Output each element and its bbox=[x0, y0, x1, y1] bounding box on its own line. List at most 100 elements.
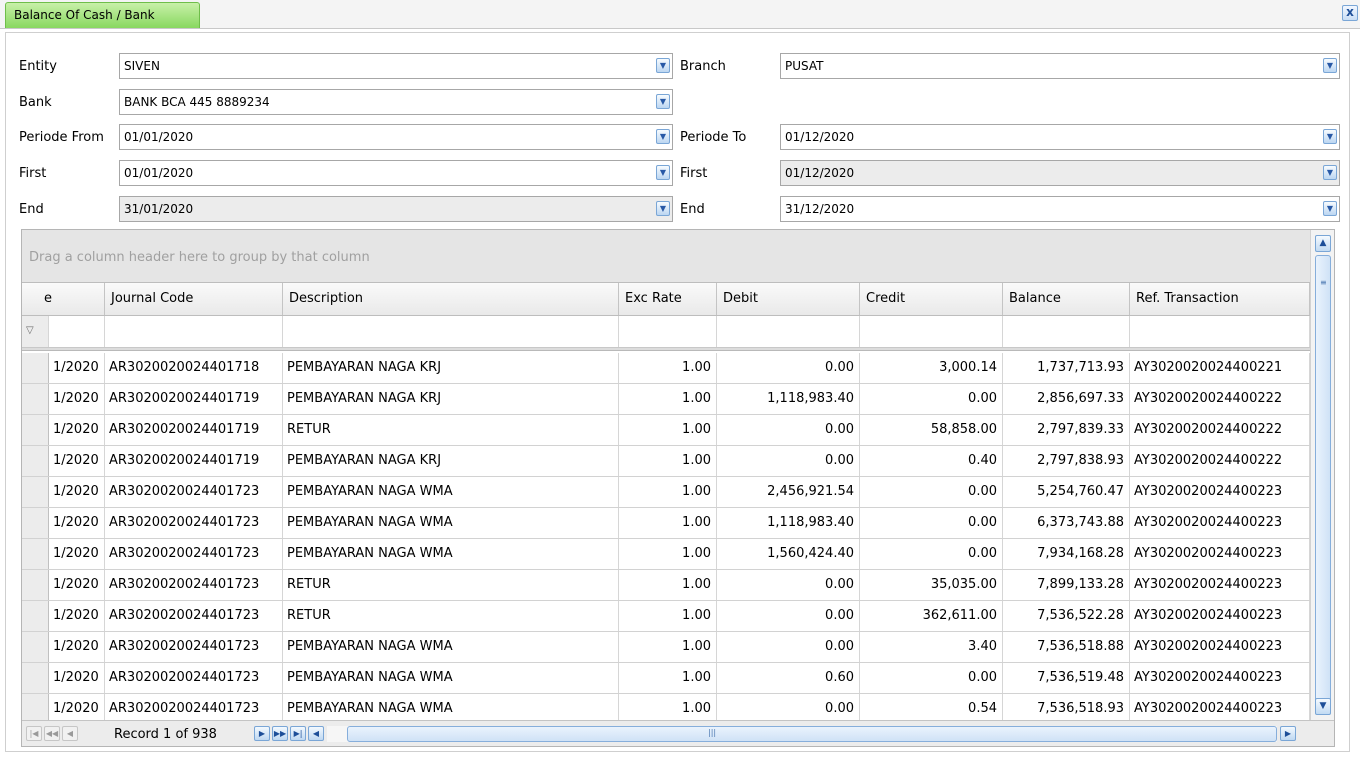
filter-indicator[interactable]: ▽ bbox=[22, 316, 49, 347]
end-from-select[interactable]: 31/01/2020 ▼ bbox=[119, 196, 673, 222]
cell-balance: 2,856,697.33 bbox=[1003, 384, 1130, 414]
header-separator bbox=[22, 348, 1310, 351]
row-indicator[interactable] bbox=[22, 570, 49, 600]
row-indicator[interactable] bbox=[22, 477, 49, 507]
cell-balance: 7,536,518.93 bbox=[1003, 694, 1130, 720]
cell-exc-rate: 1.00 bbox=[619, 539, 717, 569]
row-indicator[interactable] bbox=[22, 663, 49, 693]
cell-balance: 7,536,522.28 bbox=[1003, 601, 1130, 631]
row-indicator[interactable] bbox=[22, 446, 49, 476]
table-row[interactable]: 1/2020 AR3020020024401723 PEMBAYARAN NAG… bbox=[22, 508, 1310, 539]
cell-debit: 1,560,424.40 bbox=[717, 539, 860, 569]
filter-cell-balance[interactable] bbox=[1003, 316, 1130, 347]
cell-exc-rate: 1.00 bbox=[619, 570, 717, 600]
filter-cell-description[interactable] bbox=[283, 316, 619, 347]
table-row[interactable]: 1/2020 AR3020020024401723 RETUR 1.00 0.0… bbox=[22, 570, 1310, 601]
periode-from-select[interactable]: 01/01/2020 ▼ bbox=[119, 124, 673, 150]
column-header-row: e Journal Code Description Exc Rate Debi… bbox=[22, 282, 1310, 316]
chevron-down-icon[interactable]: ▼ bbox=[1323, 165, 1337, 180]
group-by-panel[interactable]: Drag a column header here to group by th… bbox=[22, 230, 1310, 282]
table-row[interactable]: 1/2020 AR3020020024401723 PEMBAYARAN NAG… bbox=[22, 663, 1310, 694]
table-row[interactable]: 1/2020 AR3020020024401718 PEMBAYARAN NAG… bbox=[22, 353, 1310, 384]
table-row[interactable]: 1/2020 AR3020020024401719 PEMBAYARAN NAG… bbox=[22, 446, 1310, 477]
cell-credit: 3,000.14 bbox=[860, 353, 1003, 383]
cell-ref-transaction: AY3020020024400223 bbox=[1130, 508, 1310, 538]
end-to-select[interactable]: 31/12/2020 ▼ bbox=[780, 196, 1340, 222]
row-indicator[interactable] bbox=[22, 384, 49, 414]
cell-date: 1/2020 bbox=[49, 539, 105, 569]
filter-cell-credit[interactable] bbox=[860, 316, 1003, 347]
cell-debit: 1,118,983.40 bbox=[717, 508, 860, 538]
cell-journal-code: AR3020020024401723 bbox=[105, 508, 283, 538]
filter-cell-date[interactable] bbox=[49, 316, 105, 347]
filter-cell-exc-rate[interactable] bbox=[619, 316, 717, 347]
prev-page-icon[interactable]: ◀◀ bbox=[44, 726, 60, 741]
cell-ref-transaction: AY3020020024400223 bbox=[1130, 477, 1310, 507]
table-row[interactable]: 1/2020 AR3020020024401719 PEMBAYARAN NAG… bbox=[22, 384, 1310, 415]
close-icon[interactable]: x bbox=[1342, 5, 1358, 21]
column-header-description[interactable]: Description bbox=[283, 283, 619, 315]
column-header-debit[interactable]: Debit bbox=[717, 283, 860, 315]
chevron-down-icon[interactable]: ▼ bbox=[656, 165, 670, 180]
horizontal-scrollbar[interactable]: ||| bbox=[327, 726, 1277, 742]
filter-cell-journal-code[interactable] bbox=[105, 316, 283, 347]
tab-balance-of-cash-bank[interactable]: Balance Of Cash / Bank bbox=[5, 2, 200, 28]
prev-record-icon[interactable]: ◀ bbox=[62, 726, 78, 741]
last-record-icon[interactable]: ▶| bbox=[290, 726, 306, 741]
chevron-down-icon[interactable]: ▼ bbox=[1323, 129, 1337, 144]
filter-funnel-icon[interactable]: ▽ bbox=[26, 325, 34, 336]
column-header-date[interactable]: e bbox=[22, 283, 105, 315]
first-from-label: First bbox=[19, 166, 47, 181]
table-row[interactable]: 1/2020 AR3020020024401723 PEMBAYARAN NAG… bbox=[22, 477, 1310, 508]
vertical-scroll-thumb[interactable]: ≡ bbox=[1315, 255, 1331, 715]
cell-description: RETUR bbox=[283, 601, 619, 631]
first-record-icon[interactable]: |◀ bbox=[26, 726, 42, 741]
table-row[interactable]: 1/2020 AR3020020024401723 PEMBAYARAN NAG… bbox=[22, 539, 1310, 570]
periode-to-select[interactable]: 01/12/2020 ▼ bbox=[780, 124, 1340, 150]
vertical-scrollbar[interactable]: ▲ ≡ ▼ bbox=[1310, 230, 1334, 720]
first-from-select[interactable]: 01/01/2020 ▼ bbox=[119, 160, 673, 186]
row-indicator[interactable] bbox=[22, 694, 49, 720]
column-header-exc-rate[interactable]: Exc Rate bbox=[619, 283, 717, 315]
chevron-down-icon[interactable]: ▼ bbox=[656, 94, 670, 109]
scroll-right-icon[interactable]: ▶ bbox=[1280, 726, 1296, 741]
chevron-down-icon[interactable]: ▼ bbox=[656, 58, 670, 73]
column-header-credit[interactable]: Credit bbox=[860, 283, 1003, 315]
scroll-left-icon[interactable]: ◀ bbox=[308, 726, 324, 741]
bank-select[interactable]: BANK BCA 445 8889234 ▼ bbox=[119, 89, 673, 115]
table-row[interactable]: 1/2020 AR3020020024401723 RETUR 1.00 0.0… bbox=[22, 601, 1310, 632]
cell-ref-transaction: AY3020020024400223 bbox=[1130, 570, 1310, 600]
branch-select[interactable]: PUSAT ▼ bbox=[780, 53, 1340, 79]
scroll-down-icon[interactable]: ▼ bbox=[1315, 698, 1331, 715]
next-record-icon[interactable]: ▶ bbox=[254, 726, 270, 741]
periode-to-label: Periode To bbox=[680, 130, 747, 145]
horizontal-scroll-thumb[interactable]: ||| bbox=[347, 726, 1277, 742]
row-indicator[interactable] bbox=[22, 508, 49, 538]
chevron-down-icon[interactable]: ▼ bbox=[656, 201, 670, 216]
filter-cell-ref-transaction[interactable] bbox=[1130, 316, 1310, 347]
scroll-up-icon[interactable]: ▲ bbox=[1315, 235, 1331, 252]
table-row[interactable]: 1/2020 AR3020020024401723 PEMBAYARAN NAG… bbox=[22, 694, 1310, 720]
first-to-select[interactable]: 01/12/2020 ▼ bbox=[780, 160, 1340, 186]
next-page-icon[interactable]: ▶▶ bbox=[272, 726, 288, 741]
chevron-down-icon[interactable]: ▼ bbox=[1323, 201, 1337, 216]
row-indicator[interactable] bbox=[22, 632, 49, 662]
table-row[interactable]: 1/2020 AR3020020024401719 RETUR 1.00 0.0… bbox=[22, 415, 1310, 446]
cell-description: RETUR bbox=[283, 570, 619, 600]
end-to-label: End bbox=[680, 202, 705, 217]
row-indicator[interactable] bbox=[22, 415, 49, 445]
row-indicator[interactable] bbox=[22, 601, 49, 631]
chevron-down-icon[interactable]: ▼ bbox=[1323, 58, 1337, 73]
column-header-ref-transaction[interactable]: Ref. Transaction bbox=[1130, 283, 1310, 315]
periode-from-label: Periode From bbox=[19, 130, 104, 145]
row-indicator[interactable] bbox=[22, 539, 49, 569]
row-indicator[interactable] bbox=[22, 353, 49, 383]
cell-balance: 2,797,838.93 bbox=[1003, 446, 1130, 476]
column-header-balance[interactable]: Balance bbox=[1003, 283, 1130, 315]
chevron-down-icon[interactable]: ▼ bbox=[656, 129, 670, 144]
cell-journal-code: AR3020020024401723 bbox=[105, 663, 283, 693]
table-row[interactable]: 1/2020 AR3020020024401723 PEMBAYARAN NAG… bbox=[22, 632, 1310, 663]
column-header-journal-code[interactable]: Journal Code bbox=[105, 283, 283, 315]
entity-select[interactable]: SIVEN ▼ bbox=[119, 53, 673, 79]
filter-cell-debit[interactable] bbox=[717, 316, 860, 347]
